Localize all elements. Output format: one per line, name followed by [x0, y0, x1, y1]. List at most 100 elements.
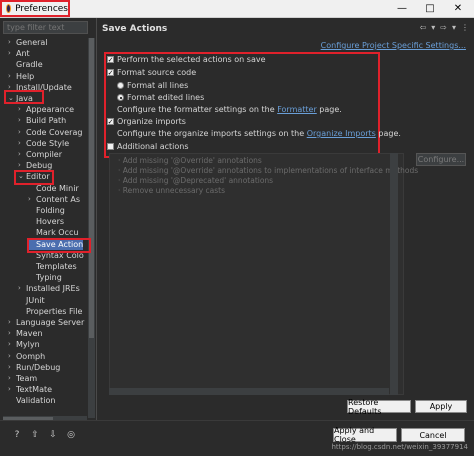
tree-item[interactable]: › Content As: [28, 194, 80, 205]
tree-item[interactable]: › TextMate: [8, 384, 52, 395]
tree-scroll-thumb[interactable]: [89, 38, 94, 338]
tree-item-label: Content As: [36, 194, 80, 204]
maximize-button[interactable]: □: [416, 0, 444, 17]
format-edited-option[interactable]: Format edited lines: [117, 93, 204, 102]
tree-item[interactable]: › Code Coverag: [18, 127, 82, 138]
additional-actions-checkbox[interactable]: [107, 143, 114, 150]
back-icon[interactable]: ⇦: [420, 23, 427, 32]
list-horizontal-scrollbar[interactable]: [109, 388, 389, 395]
apply-button[interactable]: Apply: [415, 400, 467, 413]
perform-actions-label: Perform the selected actions on save: [117, 55, 266, 64]
tree-item-label: General: [16, 38, 48, 47]
forward-menu-icon[interactable]: ▾: [452, 23, 456, 32]
tree-item[interactable]: › Team: [8, 373, 37, 384]
organize-imports-option[interactable]: ✓ Organize imports: [107, 117, 186, 126]
list-item: · Add missing '@Override' annotations to…: [118, 166, 419, 175]
tree-item-label: Build Path: [26, 116, 67, 126]
chevron-right-icon[interactable]: ›: [18, 115, 26, 126]
chevron-right-icon[interactable]: ›: [8, 328, 16, 339]
tree-item[interactable]: › General: [8, 37, 48, 48]
chevron-right-icon[interactable]: ›: [18, 127, 26, 138]
tree-item[interactable]: › Installed JREs: [18, 283, 80, 294]
preferences-tree-panel: ›General›AntGradle›Help›Install/Update⌄J…: [0, 18, 96, 422]
format-source-checkbox[interactable]: ✓: [107, 69, 114, 76]
tree-item[interactable]: › Ant: [8, 48, 30, 59]
tree-item[interactable]: JUnit: [18, 295, 45, 306]
help-icon[interactable]: ?: [12, 430, 22, 440]
tree-vertical-scrollbar[interactable]: [88, 38, 95, 418]
tree-item[interactable]: › Language Server: [8, 317, 84, 328]
oomph-icon[interactable]: ◎: [66, 430, 76, 440]
tree-item[interactable]: Typing: [28, 272, 62, 283]
tree-item[interactable]: › Appearance: [18, 104, 74, 115]
tree-item[interactable]: Hovers: [28, 216, 64, 227]
tree-item[interactable]: › Build Path: [18, 115, 66, 126]
tree-item[interactable]: › Code Style: [18, 138, 69, 149]
tree-item-label: Typing: [36, 273, 62, 283]
tree-item[interactable]: › Compiler: [18, 149, 62, 160]
filter-input[interactable]: [4, 22, 87, 33]
formatter-link[interactable]: Formatter: [277, 105, 317, 114]
editor-highlight: [14, 170, 54, 185]
minimize-button[interactable]: —: [388, 0, 416, 17]
chevron-right-icon[interactable]: ›: [8, 351, 16, 362]
tree-item-label: Mark Occu: [36, 228, 79, 238]
organize-imports-link[interactable]: Organize Imports: [307, 129, 376, 138]
tree-item[interactable]: › Help: [8, 71, 34, 82]
restore-defaults-button[interactable]: Restore Defaults: [347, 398, 411, 416]
tree-item[interactable]: Mark Occu: [28, 227, 78, 238]
chevron-right-icon[interactable]: ›: [8, 71, 16, 82]
format-source-option[interactable]: ✓ Format source code: [107, 68, 196, 77]
window-title: Preferences: [15, 3, 68, 14]
configure-project-settings-link[interactable]: Configure Project Specific Settings...: [321, 41, 466, 50]
list-vertical-scrollbar[interactable]: [390, 153, 398, 395]
format-all-radio[interactable]: [117, 82, 124, 89]
close-button[interactable]: ✕: [444, 0, 472, 17]
format-all-option[interactable]: Format all lines: [117, 81, 188, 90]
organize-imports-checkbox[interactable]: ✓: [107, 118, 114, 125]
tree-item-label: Oomph: [16, 351, 46, 361]
tree-item[interactable]: › Mylyn: [8, 339, 40, 350]
chevron-right-icon[interactable]: ›: [18, 104, 26, 115]
tree-item[interactable]: Templates: [28, 261, 77, 272]
format-edited-radio[interactable]: [117, 94, 124, 101]
tree-item[interactable]: Gradle: [8, 59, 43, 70]
tree-item-label: Ant: [16, 49, 30, 59]
apply-and-close-button[interactable]: Apply and Close: [333, 426, 397, 444]
format-edited-label: Format edited lines: [127, 93, 205, 102]
chevron-right-icon[interactable]: ›: [8, 37, 16, 48]
additional-actions-list: · Add missing '@Override' annotations · …: [109, 153, 418, 395]
organize-imports-hint: Configure the organize imports settings …: [117, 129, 401, 138]
format-all-label: Format all lines: [127, 81, 189, 90]
view-menu-icon[interactable]: ⋮: [461, 23, 469, 32]
export-icon[interactable]: ⇩: [48, 430, 58, 440]
chevron-right-icon[interactable]: ›: [18, 283, 26, 294]
chevron-right-icon[interactable]: ›: [28, 194, 36, 205]
window-titlebar: Preferences — □ ✕: [0, 0, 474, 18]
perform-actions-checkbox[interactable]: ✓: [107, 56, 114, 63]
chevron-right-icon[interactable]: ›: [18, 149, 26, 160]
back-menu-icon[interactable]: ▾: [431, 23, 435, 32]
forward-icon[interactable]: ⇨: [440, 23, 447, 32]
tree-item[interactable]: Folding: [28, 205, 65, 216]
chevron-right-icon[interactable]: ›: [18, 138, 26, 149]
eclipse-icon: [6, 4, 12, 13]
additional-actions-option[interactable]: Additional actions: [107, 142, 189, 151]
tree-item[interactable]: › Run/Debug: [8, 362, 60, 373]
chevron-right-icon[interactable]: ›: [8, 48, 16, 59]
filter-field[interactable]: [3, 21, 88, 34]
cancel-button[interactable]: Cancel: [401, 428, 465, 442]
import-icon[interactable]: ⇧: [30, 430, 40, 440]
chevron-right-icon[interactable]: ›: [8, 339, 16, 350]
page-nav: ⇦ ▾ ⇨ ▾ ⋮: [420, 23, 469, 32]
chevron-right-icon[interactable]: ›: [8, 373, 16, 384]
chevron-right-icon[interactable]: ›: [8, 317, 16, 328]
configure-button[interactable]: Configure...: [416, 153, 466, 166]
chevron-right-icon[interactable]: ›: [8, 362, 16, 373]
chevron-right-icon[interactable]: ›: [8, 384, 16, 395]
perform-actions-option[interactable]: ✓ Perform the selected actions on save: [107, 55, 266, 64]
tree-item[interactable]: Properties File: [18, 306, 82, 317]
tree-item[interactable]: › Maven: [8, 328, 43, 339]
tree-item[interactable]: › Oomph: [8, 351, 45, 362]
tree-item[interactable]: Validation: [8, 395, 56, 406]
